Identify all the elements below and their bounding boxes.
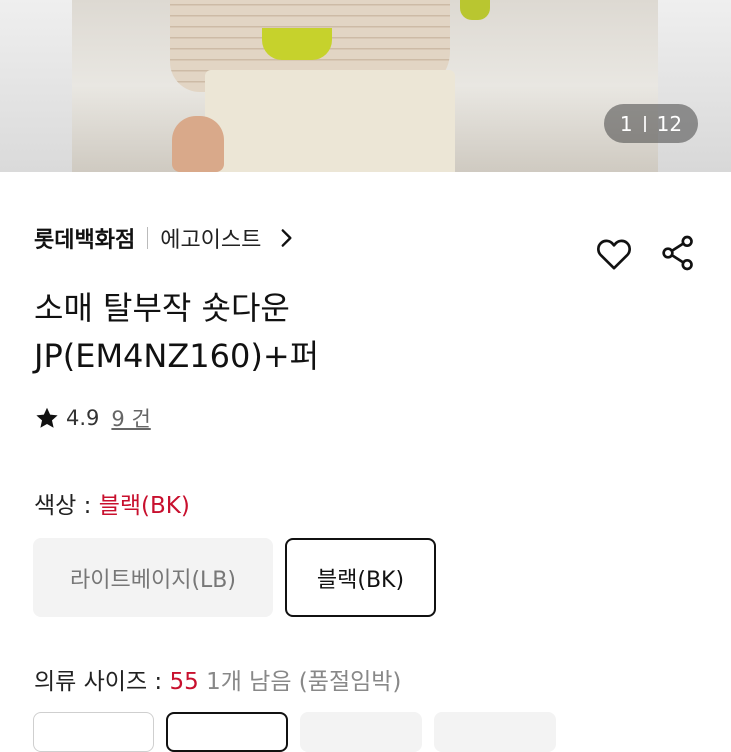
size-stock-note: 1개 남음 (품절임박)	[198, 669, 402, 695]
review-count-link[interactable]: 9 건	[111, 403, 150, 433]
gallery-counter: 1 12	[604, 104, 698, 143]
product-title-line1: 소매 탈부작 숏다운	[34, 289, 290, 327]
counter-divider	[643, 115, 646, 132]
color-selected-value: 블랙(BK)	[98, 493, 190, 519]
size-option-3[interactable]	[300, 712, 422, 752]
photo-trim-sleeve	[460, 0, 490, 20]
gallery-background-left	[0, 0, 72, 172]
product-title: 소매 탈부작 숏다운 JP(EM4NZ160)+퍼	[34, 284, 594, 380]
color-label: 색상 :	[34, 493, 99, 519]
store-name: 롯데백화점	[34, 228, 136, 253]
brand-divider	[147, 227, 149, 249]
gallery-current: 1	[619, 111, 633, 136]
rating-summary: 4.9 9 건	[34, 402, 151, 434]
star-icon	[36, 407, 58, 428]
color-option-black[interactable]: 블랙(BK)	[285, 538, 436, 617]
brand-name: 에고이스트	[160, 228, 262, 253]
gallery-background-right	[658, 0, 731, 172]
size-selected-value: 55	[169, 669, 199, 695]
photo-trim	[262, 28, 332, 60]
heart-icon[interactable]	[594, 234, 634, 274]
size-option-2[interactable]	[166, 712, 288, 752]
photo-pants	[205, 70, 455, 172]
photo-hand	[172, 116, 224, 172]
size-option-4[interactable]	[434, 712, 556, 752]
size-label-row: 의류 사이즈 : 55 1개 남음 (품절임박)	[34, 662, 401, 696]
share-icon[interactable]	[658, 233, 698, 273]
size-option-1[interactable]	[33, 712, 154, 752]
size-label: 의류 사이즈 :	[34, 669, 170, 695]
product-title-line2: JP(EM4NZ160)+퍼	[34, 337, 320, 375]
brand-breadcrumb[interactable]: 롯데백화점 에고이스트	[34, 222, 299, 254]
gallery-total: 12	[656, 111, 683, 136]
rating-value: 4.9	[66, 406, 100, 430]
color-label-row: 색상 : 블랙(BK)	[34, 486, 190, 520]
color-option-lightbeige[interactable]: 라이트베이지(LB)	[33, 538, 273, 617]
product-image-gallery[interactable]: 1 12	[0, 0, 731, 172]
chevron-right-icon	[281, 229, 292, 247]
